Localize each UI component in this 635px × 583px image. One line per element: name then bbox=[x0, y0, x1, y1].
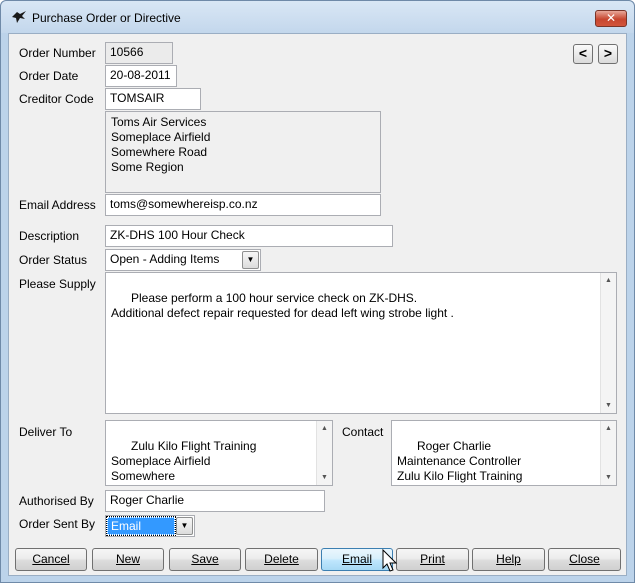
contact-label: Contact bbox=[342, 425, 384, 439]
authorised-by-field[interactable]: Roger Charlie bbox=[105, 490, 325, 512]
please-supply-text: Please perform a 100 hour service check … bbox=[111, 291, 454, 320]
scroll-up-icon[interactable]: ▲ bbox=[601, 273, 616, 288]
deliver-to-scrollbar[interactable]: ▲ ▼ bbox=[316, 421, 332, 485]
help-button[interactable]: Help bbox=[472, 548, 545, 571]
please-supply-label: Please Supply bbox=[19, 277, 96, 291]
print-button[interactable]: Print bbox=[396, 548, 469, 571]
contact-scrollbar[interactable]: ▲ ▼ bbox=[600, 421, 616, 485]
description-field[interactable]: ZK-DHS 100 Hour Check bbox=[105, 225, 393, 247]
order-sent-by-value: Email bbox=[106, 516, 176, 536]
contact-textarea[interactable]: Roger Charlie Maintenance Controller Zul… bbox=[391, 420, 617, 486]
creditor-code-field[interactable]: TOMSAIR bbox=[105, 88, 201, 110]
chevron-down-icon[interactable]: ▼ bbox=[242, 251, 259, 269]
order-status-label: Order Status bbox=[19, 253, 88, 267]
email-address-field[interactable]: toms@somewhereisp.co.nz bbox=[105, 194, 381, 216]
description-label: Description bbox=[19, 229, 80, 243]
chevron-down-icon[interactable]: ▼ bbox=[176, 517, 193, 535]
close-button[interactable]: Close bbox=[548, 548, 621, 571]
previous-record-button[interactable]: < bbox=[573, 44, 593, 64]
next-record-button[interactable]: > bbox=[598, 44, 618, 64]
email-address-label: Email Address bbox=[19, 198, 96, 212]
window-title: Purchase Order or Directive bbox=[32, 11, 181, 25]
scroll-down-icon[interactable]: ▼ bbox=[601, 470, 616, 485]
save-button[interactable]: Save bbox=[169, 548, 241, 571]
mouse-pointer-icon bbox=[382, 549, 398, 572]
scroll-up-icon[interactable]: ▲ bbox=[317, 421, 332, 436]
contact-text: Roger Charlie Maintenance Controller Zul… bbox=[397, 439, 523, 485]
scroll-down-icon[interactable]: ▼ bbox=[317, 470, 332, 485]
order-number-label: Order Number bbox=[19, 46, 96, 60]
please-supply-textarea[interactable]: Please perform a 100 hour service check … bbox=[105, 272, 617, 414]
window-close-button[interactable]: ✕ bbox=[595, 10, 627, 27]
creditor-address-box: Toms Air Services Someplace Airfield Som… bbox=[105, 111, 381, 193]
scroll-up-icon[interactable]: ▲ bbox=[601, 421, 616, 436]
form-body: Order Number 10566 < > Order Date 20-08-… bbox=[8, 33, 627, 576]
order-date-field[interactable]: 20-08-2011 bbox=[105, 65, 177, 87]
deliver-to-label: Deliver To bbox=[19, 425, 73, 439]
title-bar[interactable]: Purchase Order or Directive ✕ bbox=[1, 1, 634, 33]
deliver-to-textarea[interactable]: Zulu Kilo Flight Training Someplace Airf… bbox=[105, 420, 333, 486]
scroll-down-icon[interactable]: ▼ bbox=[601, 398, 616, 413]
creditor-code-label: Creditor Code bbox=[19, 92, 94, 106]
delete-button[interactable]: Delete bbox=[245, 548, 318, 571]
order-number-field: 10566 bbox=[105, 42, 173, 64]
order-sent-by-select[interactable]: Email ▼ bbox=[105, 515, 195, 537]
order-status-select[interactable]: Open - Adding Items ▼ bbox=[105, 249, 261, 271]
order-status-value: Open - Adding Items bbox=[110, 252, 220, 266]
please-supply-scrollbar[interactable]: ▲ ▼ bbox=[600, 273, 616, 413]
order-sent-by-label: Order Sent By bbox=[19, 517, 96, 531]
authorised-by-label: Authorised By bbox=[19, 494, 94, 508]
deliver-to-text: Zulu Kilo Flight Training Someplace Airf… bbox=[111, 439, 257, 483]
new-button[interactable]: New bbox=[92, 548, 164, 571]
order-date-label: Order Date bbox=[19, 69, 79, 83]
purchase-order-window: Purchase Order or Directive ✕ Order Numb… bbox=[0, 0, 635, 583]
cancel-button[interactable]: Cancel bbox=[15, 548, 87, 571]
bird-app-icon bbox=[12, 11, 26, 23]
